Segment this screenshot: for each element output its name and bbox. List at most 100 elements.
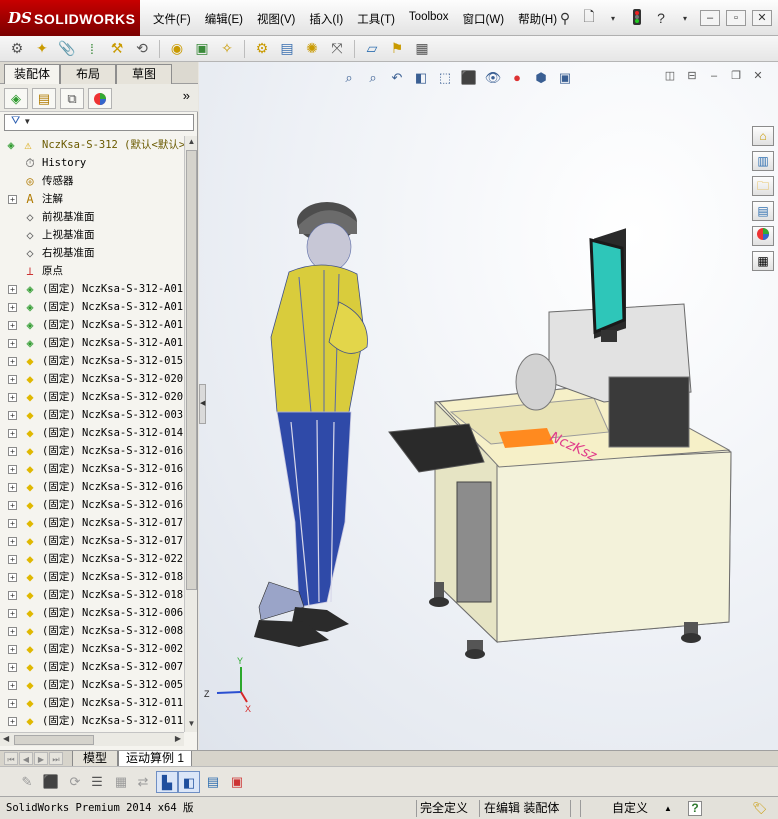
zoom-to-fit-icon[interactable]: ⌕ — [339, 68, 359, 88]
expand-panel-icon[interactable]: » — [183, 88, 190, 103]
scroll-right-icon[interactable]: ▶ — [175, 734, 181, 743]
tree-component-row[interactable]: + ◆ (固定) NczKsa-S-312-006 — [0, 604, 184, 622]
arrange-icon[interactable]: ⇄ — [132, 771, 154, 793]
mate-icon[interactable]: 📎 — [56, 39, 78, 59]
grid-icon[interactable]: ▦ — [110, 771, 132, 793]
scroll-thumb[interactable] — [186, 150, 197, 590]
tree-component-row[interactable]: + ◆ (固定) NczKsa-S-312-005 — [0, 676, 184, 694]
tree-item[interactable]: ◎ 传感器 — [0, 172, 184, 190]
expand-toggle-icon[interactable]: + — [8, 393, 17, 402]
tree-component-row[interactable]: + ◆ (固定) NczKsa-S-312-002 — [0, 640, 184, 658]
expand-toggle-icon[interactable]: + — [8, 483, 17, 492]
linear-pattern-icon[interactable]: ⁞ — [81, 39, 103, 59]
smart-fasteners-icon[interactable]: ⚒ — [106, 39, 128, 59]
design-library-icon[interactable]: ▥ — [752, 151, 774, 171]
tree-horizontal-scrollbar[interactable]: ◀ ▶ — [0, 732, 184, 746]
tree-root[interactable]: ◈ ⚠ NczKsa-S-312 (默认<默认> — [0, 136, 184, 154]
tab-motion-study[interactable]: 运动算例 1 — [118, 751, 192, 767]
menu-toolbox[interactable]: Toolbox — [402, 9, 456, 29]
drawing-icon[interactable]: ⟳ — [64, 771, 86, 793]
panel-collapse-handle[interactable]: ◀ — [199, 384, 206, 424]
tree-component-row[interactable]: + ◈ (固定) NczKsa-S-312-A01 — [0, 280, 184, 298]
dropdown-arrow-icon[interactable]: ▾ — [604, 14, 622, 23]
expand-toggle-icon[interactable]: + — [8, 681, 17, 690]
expand-toggle-icon[interactable]: + — [8, 645, 17, 654]
expand-toggle-icon[interactable]: + — [8, 303, 17, 312]
configuration-manager-icon[interactable]: ⧉ — [60, 88, 84, 109]
expand-toggle-icon[interactable]: + — [8, 285, 17, 294]
tree-component-row[interactable]: + ◈ (固定) NczKsa-S-312-A01 — [0, 334, 184, 352]
tree-component-row[interactable]: + ◆ (固定) NczKsa-S-312-018 — [0, 586, 184, 604]
layout-icon[interactable]: ▙ — [156, 771, 178, 793]
display-style-icon[interactable]: ⬛ — [459, 68, 479, 88]
viewport-close-icon[interactable]: ✕ — [750, 70, 766, 84]
show-hidden-icon[interactable]: ◉ — [166, 39, 188, 59]
tree-vertical-scrollbar[interactable]: ▲ ▼ — [184, 136, 197, 732]
tree-item[interactable]: ◇ 前视基准面 — [0, 208, 184, 226]
expand-toggle-icon[interactable]: + — [8, 195, 17, 204]
traffic-light-icon[interactable] — [628, 8, 646, 28]
filter-dropdown[interactable]: ⛛ ▼ — [4, 114, 194, 131]
hscroll-thumb[interactable] — [14, 735, 94, 745]
tree-item[interactable]: + A 注解 — [0, 190, 184, 208]
tree-component-row[interactable]: + ◆ (固定) NczKsa-S-312-016 — [0, 478, 184, 496]
expand-toggle-icon[interactable]: + — [8, 573, 17, 582]
tree-component-row[interactable]: + ◆ (固定) NczKsa-S-312-018 — [0, 568, 184, 586]
scroll-up-icon[interactable]: ▲ — [186, 137, 197, 149]
reference-geometry-icon[interactable]: ✧ — [216, 39, 238, 59]
prev-tab-icon[interactable]: ◀ — [19, 752, 33, 765]
previous-view-icon[interactable]: ↶ — [387, 68, 407, 88]
close-button[interactable]: ✕ — [752, 10, 772, 26]
view-orientation-icon[interactable]: ⬚ — [435, 68, 455, 88]
machine-model[interactable]: NczKsz — [388, 228, 732, 659]
tab-layout[interactable]: 布局 — [60, 64, 116, 84]
menu-view[interactable]: 视图(V) — [250, 9, 302, 29]
help-icon[interactable]: ? — [652, 10, 670, 26]
expand-toggle-icon[interactable]: + — [8, 627, 17, 636]
help-dropdown-icon[interactable]: ▾ — [676, 14, 694, 23]
last-tab-icon[interactable]: ⏭ — [49, 752, 63, 765]
viewport-minimize-icon[interactable]: – — [706, 70, 722, 84]
assembly-features-icon[interactable]: ▣ — [191, 39, 213, 59]
tab-model[interactable]: 模型 — [72, 751, 118, 767]
tree-component-row[interactable]: + ◆ (固定) NczKsa-S-312-015 — [0, 352, 184, 370]
expand-toggle-icon[interactable]: + — [8, 375, 17, 384]
explode-line-sketch-icon[interactable]: ⤧ — [326, 39, 348, 59]
expand-toggle-icon[interactable]: + — [8, 519, 17, 528]
hide-show-items-icon[interactable]: 👁 — [483, 68, 503, 88]
menu-tools[interactable]: 工具(T) — [350, 9, 402, 29]
split-horizontal-icon[interactable]: ⊟ — [684, 70, 700, 84]
restore-button[interactable]: ▫ — [726, 10, 746, 26]
first-tab-icon[interactable]: ⏮ — [4, 752, 18, 765]
3d-view-icon[interactable]: ◧ — [178, 771, 200, 793]
expand-toggle-icon[interactable]: + — [8, 609, 17, 618]
move-component-icon[interactable]: ⟲ — [131, 39, 153, 59]
expand-toggle-icon[interactable]: + — [8, 321, 17, 330]
new-document-icon[interactable]: 🗋 — [580, 6, 598, 30]
status-units[interactable]: 自定义 — [612, 800, 648, 817]
tree-component-row[interactable]: + ◆ (固定) NczKsa-S-312-017 — [0, 532, 184, 550]
menu-file[interactable]: 文件(F) — [146, 9, 198, 29]
expand-toggle-icon[interactable]: + — [8, 447, 17, 456]
edit-appearance-icon[interactable]: ● — [507, 68, 527, 88]
viewport-restore-icon[interactable]: ❐ — [728, 70, 744, 84]
expand-toggle-icon[interactable]: + — [8, 411, 17, 420]
new-assembly-icon[interactable]: ✦ — [31, 39, 53, 59]
tree-component-row[interactable]: + ◆ (固定) NczKsa-S-312-011 — [0, 712, 184, 730]
pin-icon[interactable]: ⚲ — [556, 10, 574, 27]
expand-toggle-icon[interactable]: + — [8, 717, 17, 726]
tree-item[interactable]: ⏱ History — [0, 154, 184, 172]
tab-sketch[interactable]: 草图 — [116, 64, 172, 84]
solidworks-resources-icon[interactable]: ⌂ — [752, 126, 774, 146]
tree-component-row[interactable]: + ◆ (固定) NczKsa-S-312-007 — [0, 658, 184, 676]
expand-toggle-icon[interactable]: + — [8, 339, 17, 348]
status-help-icon[interactable]: ? — [688, 801, 702, 816]
zoom-to-area-icon[interactable]: ⌕ — [363, 68, 383, 88]
tree-component-row[interactable]: + ◆ (固定) NczKsa-S-312-022 — [0, 550, 184, 568]
apply-scene-icon[interactable]: ⬢ — [531, 68, 551, 88]
tree-item[interactable]: ◇ 右视基准面 — [0, 244, 184, 262]
tree-component-row[interactable]: + ◆ (固定) NczKsa-S-312-017 — [0, 514, 184, 532]
graphics-area[interactable]: NczKsz Y Z X ⌕ ⌕ ↶ ◧ ⬚ ⬛ 👁 ● ⬢ ▣ ◫ ⊟ – ❐… — [199, 62, 778, 750]
expand-toggle-icon[interactable]: + — [8, 465, 17, 474]
expand-toggle-icon[interactable]: + — [8, 501, 17, 510]
